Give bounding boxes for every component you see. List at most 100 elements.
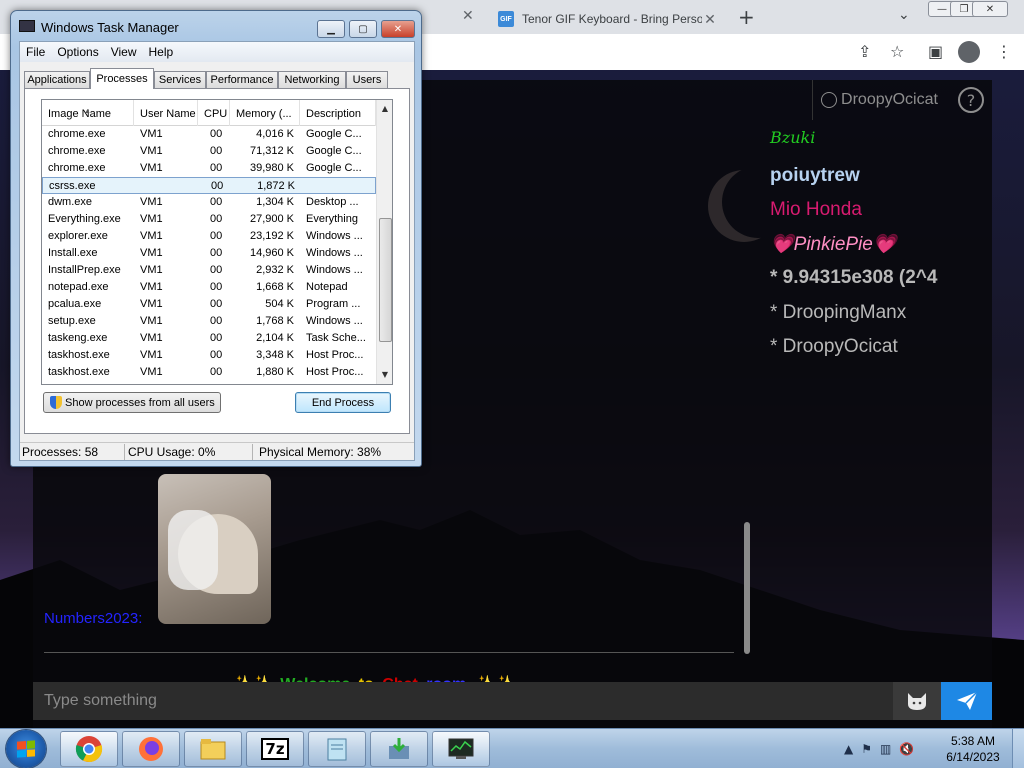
process-cell-mem: 2,104 K — [256, 332, 294, 344]
action-center-flag-icon[interactable]: ⚑ — [861, 742, 872, 756]
process-row[interactable]: dwm.exe VM1 00 1,304 K Desktop ... — [42, 194, 376, 211]
profile-avatar-icon[interactable] — [958, 41, 980, 63]
column-image-name[interactable]: ▲ Image Name — [42, 100, 134, 126]
tab-processes[interactable]: Processes — [90, 68, 154, 89]
process-cell-mem: 27,900 K — [249, 213, 294, 225]
menu-file[interactable]: File — [20, 45, 51, 59]
tab-tenor[interactable]: GIF Tenor GIF Keyboard - Bring Personali… — [488, 4, 728, 34]
side-panel-icon[interactable]: ▣ — [928, 42, 943, 61]
process-cell-mem: 39,980 K — [249, 162, 294, 174]
process-cell-desc: Everything — [306, 213, 358, 225]
process-cell-desc: Google C... — [306, 162, 362, 174]
process-row[interactable]: csrss.exe 00 1,872 K — [42, 177, 376, 194]
process-row[interactable]: setup.exe VM1 00 1,768 K Windows ... — [42, 313, 376, 330]
volume-muted-icon[interactable]: 🔇 — [899, 742, 914, 756]
process-row[interactable]: explorer.exe VM1 00 23,192 K Windows ... — [42, 228, 376, 245]
kebab-menu-icon[interactable]: ⋮ — [996, 42, 1012, 61]
process-row[interactable]: taskhost.exe VM1 00 3,348 K Host Proc... — [42, 347, 376, 364]
bookmark-star-icon[interactable]: ☆ — [890, 42, 904, 61]
process-row[interactable]: Install.exe VM1 00 14,960 K Windows ... — [42, 245, 376, 262]
show-hidden-icons-icon[interactable]: ▲ — [844, 742, 853, 756]
process-row[interactable]: chrome.exe VM1 00 39,980 K Google C... — [42, 160, 376, 177]
tab-close-icon[interactable]: ✕ — [462, 8, 474, 24]
send-button[interactable] — [941, 682, 992, 720]
tab-networking[interactable]: Networking — [278, 71, 346, 88]
process-row[interactable]: notepad.exe VM1 00 1,668 K Notepad — [42, 279, 376, 296]
chat-scrollbar[interactable] — [744, 522, 750, 654]
process-row[interactable]: pcalua.exe VM1 00 504 K Program ... — [42, 296, 376, 313]
menu-options[interactable]: Options — [51, 45, 104, 59]
taskbar-notepad[interactable] — [308, 731, 366, 767]
current-user-badge[interactable]: DroopyOcicat — [812, 80, 946, 120]
task-manager-titlebar[interactable]: Windows Task Manager ▁ ▢ ✕ — [11, 11, 421, 39]
process-cell-desc: Windows ... — [306, 247, 363, 259]
maximize-button[interactable]: ▢ — [349, 20, 377, 38]
taskbar-task-manager[interactable] — [432, 731, 490, 767]
taskbar-explorer[interactable] — [184, 731, 242, 767]
scroll-up-icon[interactable]: ▲ — [377, 100, 392, 117]
taskbar-installer[interactable] — [370, 731, 428, 767]
tab-performance[interactable]: Performance — [206, 71, 278, 88]
online-user[interactable]: * DroopingManx — [770, 302, 906, 324]
start-button[interactable] — [6, 730, 46, 768]
network-icon[interactable]: ▥ — [880, 742, 891, 756]
online-user[interactable]: Bzuki — [770, 128, 815, 147]
folder-icon — [200, 739, 226, 760]
process-cell-cpu: 00 — [210, 264, 223, 276]
taskbar-firefox[interactable] — [122, 731, 180, 767]
help-button[interactable]: ? — [958, 87, 984, 113]
scroll-thumb[interactable] — [379, 218, 392, 342]
process-cell-desc: Windows ... — [306, 230, 363, 242]
process-row[interactable]: chrome.exe VM1 00 71,312 K Google C... — [42, 143, 376, 160]
menu-view[interactable]: View — [105, 45, 143, 59]
task-manager-icon — [448, 738, 474, 759]
process-row[interactable]: InstallPrep.exe VM1 00 2,932 K Windows ... — [42, 262, 376, 279]
process-cell-mem: 2,932 K — [256, 264, 294, 276]
tab-applications[interactable]: Applications — [24, 71, 90, 88]
end-process-button[interactable]: End Process — [295, 392, 391, 413]
minimize-button[interactable]: ▁ — [317, 20, 345, 38]
taskbar-7zip[interactable]: 7z — [246, 731, 304, 767]
column-description[interactable]: Description — [300, 100, 376, 126]
process-cell-name: Install.exe — [48, 247, 98, 259]
column-cpu[interactable]: CPU — [198, 100, 230, 126]
share-icon[interactable]: ⇪ — [858, 42, 871, 61]
process-row[interactable]: chrome.exe VM1 00 4,016 K Google C... — [42, 126, 376, 143]
process-cell-cpu: 00 — [210, 366, 223, 378]
online-user[interactable]: Mio Honda — [770, 199, 862, 221]
column-user-name[interactable]: User Name — [134, 100, 198, 126]
scroll-down-icon[interactable]: ▼ — [377, 366, 392, 383]
new-tab-button[interactable]: + — [738, 5, 755, 29]
task-manager-app-icon — [19, 20, 35, 32]
process-row[interactable]: taskhost.exe VM1 00 1,880 K Host Proc... — [42, 364, 376, 381]
online-user[interactable]: poiuytrew — [770, 165, 860, 187]
menu-help[interactable]: Help — [143, 45, 180, 59]
message-gif-image[interactable] — [158, 474, 271, 624]
process-row[interactable]: Everything.exe VM1 00 27,900 K Everything — [42, 211, 376, 228]
close-window-button[interactable]: ✕ — [972, 1, 1008, 17]
tab-search-chevron-icon[interactable]: ⌄ — [898, 7, 910, 23]
process-list-scrollbar[interactable]: ▲ ▼ — [376, 100, 392, 384]
show-desktop-button[interactable] — [1012, 729, 1024, 768]
close-button[interactable]: ✕ — [381, 20, 415, 38]
process-cell-user: VM1 — [140, 315, 163, 327]
tab-services[interactable]: Services — [154, 71, 206, 88]
process-row[interactable]: taskeng.exe VM1 00 2,104 K Task Sche... — [42, 330, 376, 347]
online-user[interactable]: 💗PinkiePie💗 — [770, 232, 897, 256]
uac-shield-icon — [50, 396, 62, 409]
taskbar-chrome[interactable] — [60, 731, 118, 767]
tab-close-icon[interactable]: ✕ — [702, 11, 718, 28]
column-memory[interactable]: Memory (... — [230, 100, 300, 126]
message-input-bar — [33, 682, 893, 720]
message-author[interactable]: Numbers2023: — [44, 610, 142, 627]
system-clock[interactable]: 5:38 AM 6/14/2023 — [938, 733, 1008, 765]
tab-users[interactable]: Users — [346, 71, 388, 88]
emoji-picker-button[interactable] — [893, 682, 941, 720]
process-cell-desc: Host Proc... — [306, 366, 364, 378]
online-user[interactable]: * DroopyOcicat — [770, 336, 898, 358]
process-cell-name: explorer.exe — [48, 230, 108, 242]
process-list[interactable]: ▲ Image Name User Name CPU Memory (... D… — [41, 99, 393, 385]
show-all-processes-button[interactable]: Show processes from all users — [43, 392, 221, 413]
message-input[interactable] — [33, 682, 893, 720]
online-user[interactable]: * 9.94315e308 (2^4 — [770, 267, 982, 289]
